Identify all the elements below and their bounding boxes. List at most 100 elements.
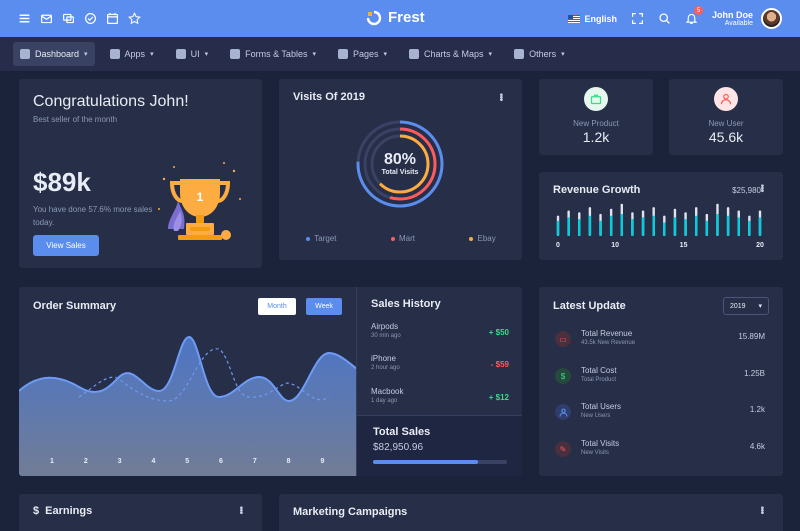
order-x-label: 4 xyxy=(151,458,155,465)
total-sales-box: Total Sales $82,950.96 xyxy=(357,415,522,476)
update-title: Total Revenue xyxy=(581,329,633,338)
revenue-bar-chart: 0 10 15 20 xyxy=(556,203,764,249)
order-x-label: 5 xyxy=(185,458,189,465)
more-options-icon[interactable]: ••• xyxy=(235,506,246,514)
update-row: $ Total Cost Total Product 1.25B xyxy=(555,366,765,390)
new-product-card: New Product 1.2k xyxy=(539,79,653,155)
sales-item-amount: + $12 xyxy=(488,393,509,402)
sales-item-name: iPhone xyxy=(371,354,396,363)
revenue-x-label: 15 xyxy=(680,242,688,249)
sales-item-amount: + $50 xyxy=(488,328,509,337)
visits-legend: Target Mart Ebay xyxy=(279,234,523,243)
order-x-label: 6 xyxy=(219,458,223,465)
order-summary-area-chart: 1 2 3 4 5 6 7 8 9 xyxy=(19,335,357,476)
update-subtitle: New Visits xyxy=(581,450,609,456)
order-x-label: 2 xyxy=(84,458,88,465)
chat-icon[interactable] xyxy=(62,12,75,25)
congrats-subtitle: Best seller of the month xyxy=(33,115,118,124)
folder-icon xyxy=(514,49,525,59)
legend-ebay: Ebay xyxy=(469,234,496,243)
dollar-icon: $ xyxy=(555,368,571,384)
dollar-icon: $ xyxy=(33,505,40,517)
update-value: 1.25B xyxy=(744,369,765,378)
legend-mart: Mart xyxy=(390,234,415,243)
visits-label: Total Visits xyxy=(381,169,419,176)
notification-bell[interactable]: 5 xyxy=(685,6,703,25)
menu-label: Charts & Maps xyxy=(424,49,484,59)
menu-item-charts-maps[interactable]: Charts & Maps ▾ xyxy=(402,42,499,66)
earnings-title: Earnings xyxy=(45,505,93,517)
menu-item-pages[interactable]: Pages ▾ xyxy=(331,42,394,66)
menu-item-apps[interactable]: Apps ▾ xyxy=(103,42,161,66)
revenue-bar-segment xyxy=(673,217,677,236)
mail-icon[interactable] xyxy=(40,12,53,25)
trophy-icon: 1 xyxy=(158,162,241,240)
order-x-label: 3 xyxy=(118,458,122,465)
user-icon xyxy=(714,87,738,111)
update-value: 15.89M xyxy=(738,332,765,341)
menu-item-others[interactable]: Others ▾ xyxy=(507,42,572,66)
legend-target: Target xyxy=(306,234,336,243)
fullscreen-icon[interactable] xyxy=(631,12,644,25)
revenue-growth-card: Revenue Growth $25,980 ••• 0 10 15 20 xyxy=(539,172,783,260)
revenue-bar-segment xyxy=(641,217,645,236)
brand[interactable]: Frest xyxy=(366,9,425,26)
revenue-bar-segment xyxy=(748,220,751,236)
update-subtitle: New Users xyxy=(581,413,611,419)
menu-icon[interactable] xyxy=(18,12,31,25)
monitor-icon xyxy=(20,49,30,59)
revenue-bar-segment xyxy=(695,215,698,236)
total-sales-value: $82,950.96 xyxy=(373,442,424,453)
revenue-x-label: 0 xyxy=(556,242,560,249)
update-value: 1.2k xyxy=(749,405,765,414)
more-options-icon[interactable]: ••• xyxy=(756,506,767,514)
revenue-bar-segment xyxy=(599,220,602,236)
calendar-icon[interactable] xyxy=(106,12,119,25)
menu-label: UI xyxy=(190,49,200,59)
star-icon[interactable] xyxy=(128,12,141,25)
chevron-down-icon: ▾ xyxy=(312,51,316,58)
topbar-left-icons xyxy=(18,12,141,25)
menu-item-forms-tables[interactable]: Forms & Tables ▾ xyxy=(223,42,323,66)
revenue-bar-segment xyxy=(588,215,592,236)
latest-update-card: Latest Update 2019 ▾ ▭ Total Revenue 43.… xyxy=(539,287,783,476)
user-icon xyxy=(555,404,571,420)
user-name: John Doe xyxy=(711,10,753,20)
user-menu[interactable]: John Doe Available xyxy=(712,8,782,29)
order-summary-card: Order Summary Month Week 123456789 Sales… xyxy=(19,287,522,476)
sales-item-amount: - $59 xyxy=(490,360,509,369)
more-options-icon[interactable]: ••• xyxy=(495,93,506,101)
sales-item: Airpods 30 min ago + $50 xyxy=(371,322,509,339)
update-title: Total Users xyxy=(581,402,622,411)
chevron-down-icon: ▾ xyxy=(488,51,493,58)
year-select[interactable]: 2019 ▾ xyxy=(723,297,769,315)
brand-logo-icon xyxy=(366,10,382,25)
update-title: Total Cost xyxy=(581,366,617,375)
revenue-bar-segment xyxy=(737,217,740,236)
latest-update-title: Latest Update xyxy=(553,300,626,312)
menu-label: Apps xyxy=(124,49,146,59)
user-status: Available xyxy=(724,20,753,27)
update-row: Total Users New Users 1.2k xyxy=(555,402,765,426)
search-icon[interactable] xyxy=(658,12,671,25)
brand-name: Frest xyxy=(388,9,425,26)
congratulations-card: Congratulations John! Best seller of the… xyxy=(19,79,262,268)
edit-icon: ✎ xyxy=(555,441,571,457)
visits-title: Visits Of 2019 xyxy=(293,91,365,103)
update-row: ▭ Total Revenue 43.5k New Revenue 15.89M xyxy=(555,329,765,353)
sales-item: Macbook 1 day ago + $12 xyxy=(371,387,509,404)
view-sales-button[interactable]: View Sales xyxy=(33,235,99,256)
language-selector[interactable]: English xyxy=(568,14,617,24)
avatar[interactable] xyxy=(761,8,782,29)
sales-item: iPhone 2 hour ago - $59 xyxy=(371,354,509,371)
menu-item-ui[interactable]: UI ▾ xyxy=(169,42,216,66)
us-flag-icon xyxy=(568,14,581,23)
order-x-label: 1 xyxy=(50,458,54,465)
window-icon xyxy=(175,49,186,59)
update-subtitle: Total Product xyxy=(581,377,617,383)
menu-item-dashboard[interactable]: Dashboard ▾ xyxy=(13,42,95,66)
notification-badge: 5 xyxy=(693,6,703,15)
check-circle-icon[interactable] xyxy=(84,12,97,25)
sales-history-title: Sales History xyxy=(371,298,441,310)
stat-label: New User xyxy=(708,119,744,128)
